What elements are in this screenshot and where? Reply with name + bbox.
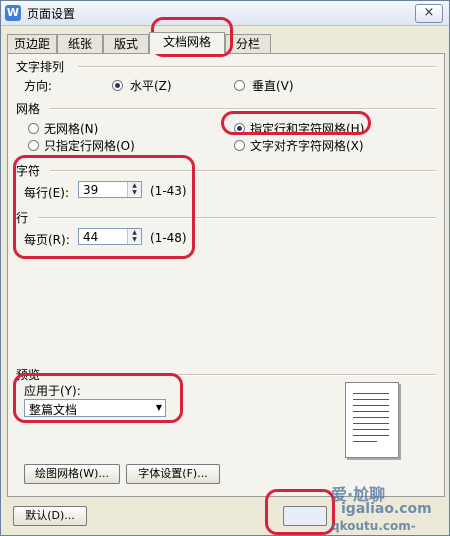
snap-to-char-grid-label[interactable]: 文字对齐字符网格(X) [250, 137, 364, 154]
lines-spin-buttons[interactable]: ▲ ▼ [127, 229, 141, 244]
lines-per-page-value[interactable]: 44 [83, 230, 98, 244]
wps-app-icon: W [5, 5, 21, 21]
watermark-url-2: qkoutu.com- [331, 519, 416, 533]
direction-label: 方向: [24, 79, 53, 93]
divider [78, 66, 436, 68]
preview-heading: 预览 [16, 368, 41, 382]
line-and-char-grid-radio[interactable] [234, 123, 245, 134]
divider [50, 170, 436, 172]
tab-document-grid[interactable]: 文档网格 [149, 32, 225, 54]
font-settings-button[interactable]: 字体设置(F)... [126, 464, 220, 484]
tab-margins[interactable]: 页边距 [7, 34, 57, 53]
apply-to-label: 应用于(Y): [24, 384, 81, 398]
vertical-radio[interactable] [234, 80, 245, 91]
page-preview [345, 382, 399, 458]
spin-down-icon[interactable]: ▼ [128, 189, 141, 196]
no-grid-radio[interactable] [28, 123, 39, 134]
preview-line [353, 429, 389, 430]
tab-columns[interactable]: 分栏 [225, 34, 271, 53]
grid-heading: 网格 [16, 102, 41, 116]
chars-spin-buttons[interactable]: ▲ ▼ [127, 182, 141, 197]
divider [50, 374, 436, 376]
title-bar: W 页面设置 × [1, 1, 449, 26]
dropdown-arrow-icon[interactable]: ▼ [156, 403, 162, 412]
preview-line [353, 435, 389, 436]
default-button[interactable]: 默认(D)... [13, 506, 87, 526]
spin-up-icon[interactable]: ▲ [128, 229, 141, 236]
apply-to-select[interactable]: 整篇文档 ▼ [24, 399, 166, 417]
no-grid-label[interactable]: 无网格(N) [44, 120, 98, 137]
chars-heading: 字符 [16, 164, 41, 178]
divider [38, 217, 436, 219]
vertical-label[interactable]: 垂直(V) [252, 77, 294, 94]
chars-range: (1-43) [150, 184, 187, 198]
lines-range: (1-48) [150, 231, 187, 245]
apply-to-value[interactable]: 整篇文档 [29, 401, 77, 418]
tab-paper[interactable]: 纸张 [57, 34, 103, 53]
chars-per-line-spinner[interactable]: 39 ▲ ▼ [78, 181, 142, 198]
line-grid-only-label[interactable]: 只指定行网格(O) [44, 137, 135, 154]
chars-per-line-label: 每行(E): [24, 186, 69, 200]
spin-down-icon[interactable]: ▼ [128, 236, 141, 243]
lines-per-page-spinner[interactable]: 44 ▲ ▼ [78, 228, 142, 245]
watermark-url: igaliao.com [341, 501, 432, 517]
text-direction-heading: 文字排列 [16, 60, 65, 74]
page-setup-dialog: W 页面设置 × 页边距 纸张 版式 文档网格 分栏 文字排列 方向: 水平(Z… [0, 0, 450, 536]
preview-line [353, 393, 389, 394]
ok-button-partial[interactable] [283, 506, 327, 526]
horizontal-label[interactable]: 水平(Z) [130, 77, 172, 94]
line-and-char-grid-label[interactable]: 指定行和字符网格(H) [250, 120, 364, 137]
preview-line [353, 417, 389, 418]
tab-layout[interactable]: 版式 [103, 34, 149, 53]
preview-line [353, 399, 389, 400]
preview-line [353, 411, 389, 412]
line-grid-only-radio[interactable] [28, 140, 39, 151]
preview-line [353, 405, 389, 406]
chars-per-line-value[interactable]: 39 [83, 183, 98, 197]
close-button[interactable]: × [415, 4, 443, 23]
divider [50, 108, 436, 110]
preview-line [353, 423, 389, 424]
preview-line [353, 441, 377, 442]
dialog-title: 页面设置 [27, 7, 76, 21]
lines-per-page-label: 每页(R): [24, 233, 70, 247]
horizontal-radio[interactable] [112, 80, 123, 91]
lines-heading: 行 [16, 211, 29, 225]
snap-to-char-grid-radio[interactable] [234, 140, 245, 151]
draw-grid-button[interactable]: 绘图网格(W)... [24, 464, 120, 484]
spin-up-icon[interactable]: ▲ [128, 182, 141, 189]
